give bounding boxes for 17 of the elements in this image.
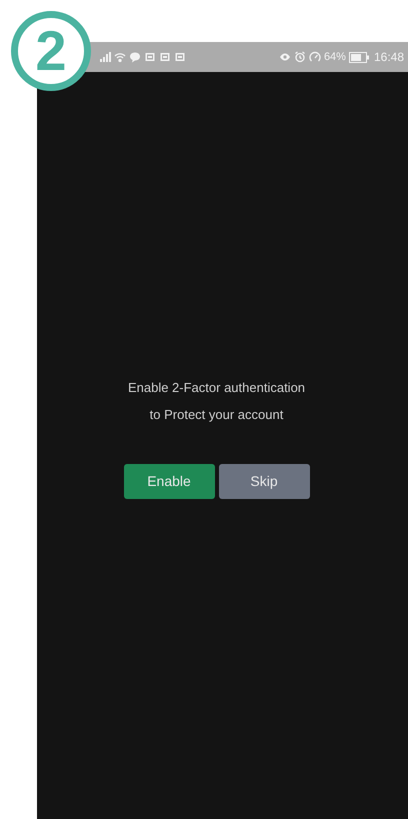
alarm-icon: [294, 51, 306, 63]
battery-icon: [348, 52, 369, 62]
battery-percent: 64%: [324, 50, 346, 65]
chat-icon: [129, 51, 141, 63]
app-icon: [174, 51, 186, 63]
step-badge: 2: [11, 11, 91, 91]
skip-button[interactable]: Skip: [218, 464, 310, 499]
clock-time: 16:48: [374, 49, 404, 66]
wifi-icon: [114, 51, 126, 63]
prompt-text: Enable 2-Factor authentication: [128, 379, 306, 397]
gauge-icon: [308, 51, 321, 63]
enable-button[interactable]: Enable: [124, 464, 214, 499]
app-icon: [159, 51, 171, 63]
eye-icon: [278, 51, 291, 63]
app-icon: [144, 51, 156, 63]
prompt-text: to Protect your account: [150, 406, 284, 424]
signal-icon: [99, 51, 111, 63]
